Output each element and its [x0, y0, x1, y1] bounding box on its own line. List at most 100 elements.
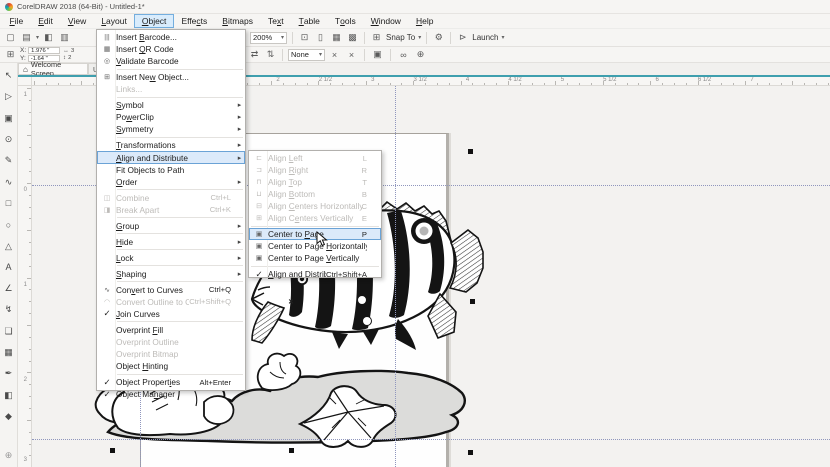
menu-item-object-manager[interactable]: ✓Object Manager	[97, 388, 245, 400]
menubar-item-file[interactable]: File	[2, 14, 31, 28]
eyedropper-tool[interactable]: ✒	[1, 363, 17, 384]
show-guidelines-icon[interactable]: ▩	[346, 31, 359, 44]
menubar-item-tools[interactable]: Tools	[327, 14, 363, 28]
menu-item-symmetry[interactable]: Symmetry▸	[97, 123, 245, 135]
full-screen-preview-icon[interactable]: ⊡	[298, 31, 311, 44]
menu-item-join-curves[interactable]: ✓Join Curves	[97, 308, 245, 320]
menu-item-insert-new-object[interactable]: ⊞Insert New Object...	[97, 71, 245, 83]
polygon-tool[interactable]: △	[1, 235, 17, 256]
menu-item-fit-objects-to-path[interactable]: Fit Objects to Path	[97, 164, 245, 176]
menu-item-convert-outline-to-object: ◠Convert Outline to ObjectCtrl+Shift+Q	[97, 296, 245, 308]
bounding-box-icon[interactable]: ▣	[371, 48, 384, 61]
menu-item-object-hinting[interactable]: Object Hinting	[97, 360, 245, 372]
menu-item-hide[interactable]: Hide▸	[97, 236, 245, 248]
rectangle-tool[interactable]: □	[1, 193, 17, 214]
x-position-field[interactable]: 1.976 "	[28, 47, 60, 54]
menu-item-convert-to-curves[interactable]: ∿Convert to CurvesCtrl+Q	[97, 284, 245, 296]
show-rulers-icon[interactable]: ▯	[314, 31, 327, 44]
zoom-tool[interactable]: ⊙	[1, 129, 17, 150]
tab-welcome-screen[interactable]: ⌂ Welcome Screen	[18, 63, 88, 75]
snap-to-button[interactable]: Snap To	[386, 33, 415, 42]
selection-handle[interactable]	[468, 450, 473, 455]
add-tools-button[interactable]: ⊕	[1, 445, 17, 466]
ruler-label: 2 1/2	[319, 77, 332, 83]
menu-item-symbol[interactable]: Symbol▸	[97, 99, 245, 111]
dimension-tool[interactable]: ∠	[1, 278, 17, 299]
menu-item-overprint-fill[interactable]: Overprint Fill	[97, 324, 245, 336]
interactive-fill-tool[interactable]: ◧	[1, 384, 17, 405]
menu-item-shaping[interactable]: Shaping▸	[97, 268, 245, 280]
menubar-item-window[interactable]: Window	[363, 14, 408, 28]
ruler-tick	[591, 83, 592, 85]
menubar-item-edit[interactable]: Edit	[31, 14, 61, 28]
menu-item-center-to-page-vertically[interactable]: ▣Center to Page Vertically	[249, 252, 381, 264]
menubar-item-effects[interactable]: Effects	[174, 14, 215, 28]
menubar-item-bitmaps[interactable]: Bitmaps	[215, 14, 261, 28]
add-preset-icon[interactable]: ⊕	[414, 48, 427, 61]
smart-fill-tool[interactable]: ◆	[1, 406, 17, 427]
menu-item-align-and-distribute[interactable]: ✓Align and DistributeCtrl+Shift+A	[249, 268, 381, 280]
selection-center-mark[interactable]: ×	[288, 297, 293, 307]
chevron-down-icon[interactable]: ▾	[502, 34, 505, 41]
submenu-arrow-icon: ▸	[235, 238, 244, 246]
chevron-down-icon[interactable]: ▾	[36, 34, 39, 41]
menu-item-center-to-page-horizontally[interactable]: ▣Center to Page Horizontally	[249, 240, 381, 252]
menubar-item-layout[interactable]: Layout	[94, 14, 135, 28]
menubar-item-object[interactable]: Object	[134, 14, 174, 28]
remove-outline-icon[interactable]: ×	[345, 48, 358, 61]
text-tool[interactable]: A	[1, 257, 17, 278]
selection-handle[interactable]	[289, 448, 294, 453]
menubar-item-help[interactable]: Help	[408, 14, 440, 28]
menu-item-insert-qr-code[interactable]: ▦Insert QR Code	[97, 43, 245, 55]
insert-object-icon: ⊞	[98, 73, 116, 81]
link-group-icon[interactable]: ∞	[397, 48, 410, 61]
print-icon[interactable]: ▥	[58, 31, 71, 44]
zoom-level-combo[interactable]: 200% ▾	[250, 32, 287, 44]
show-grid-icon[interactable]: ▦	[330, 31, 343, 44]
outline-width-combo[interactable]: None ▾	[288, 49, 325, 61]
ruler-origin-corner[interactable]	[18, 77, 32, 86]
guideline-horizontal[interactable]	[32, 439, 830, 440]
shape-tool[interactable]: ▷	[1, 86, 17, 107]
remove-fill-icon[interactable]: ×	[328, 48, 341, 61]
menu-item-powerclip[interactable]: PowerClip▸	[97, 111, 245, 123]
freehand-tool[interactable]: ✎	[1, 150, 17, 171]
ellipse-tool[interactable]: ○	[1, 214, 17, 235]
pick-tool[interactable]: ↖	[1, 65, 17, 86]
ruler-tick	[93, 83, 94, 85]
menubar-item-text[interactable]: Text	[261, 14, 292, 28]
mirror-vertical-icon[interactable]: ⇅	[264, 48, 277, 61]
object-width-field[interactable]: 3	[71, 48, 74, 54]
menu-item-object-properties[interactable]: ✓Object PropertiesAlt+Enter	[97, 376, 245, 388]
save-icon[interactable]: ◧	[42, 31, 55, 44]
menu-item-align-and-distribute[interactable]: Align and Distribute▸	[97, 151, 245, 163]
menu-separator	[117, 265, 243, 266]
menu-item-validate-barcode[interactable]: ◎Validate Barcode	[97, 55, 245, 67]
menu-item-order[interactable]: Order▸	[97, 176, 245, 188]
menu-item-transformations[interactable]: Transformations▸	[97, 139, 245, 151]
mirror-horizontal-icon[interactable]: ⇄	[248, 48, 261, 61]
drop-shadow-tool[interactable]: ❏	[1, 321, 17, 342]
options-gear-icon[interactable]: ⚙	[432, 31, 445, 44]
guideline-vertical[interactable]	[395, 86, 396, 467]
transparency-tool[interactable]: ▦	[1, 342, 17, 363]
menu-item-insert-barcode[interactable]: |||Insert Barcode...	[97, 31, 245, 43]
selection-handle[interactable]	[110, 448, 115, 453]
chevron-down-icon[interactable]: ▾	[418, 34, 421, 41]
launch-button[interactable]: Launch	[472, 33, 498, 42]
vertical-ruler[interactable]: 10123	[18, 86, 32, 467]
center-to-page-horizontally-icon: ▣	[250, 242, 268, 250]
crop-tool[interactable]: ▣	[1, 108, 17, 129]
bspline-tool[interactable]: ∿	[1, 171, 17, 192]
menubar-item-view[interactable]: View	[60, 14, 93, 28]
connector-tool[interactable]: ↯	[1, 299, 17, 320]
selection-handle[interactable]	[468, 149, 473, 154]
menu-item-lock[interactable]: Lock▸	[97, 252, 245, 264]
ruler-tick	[307, 83, 308, 85]
open-document-icon[interactable]: ▤	[20, 31, 33, 44]
menubar-item-table[interactable]: Table	[291, 14, 327, 28]
menu-item-group[interactable]: Group▸	[97, 220, 245, 232]
new-document-icon[interactable]: ▢	[4, 31, 17, 44]
selection-handle[interactable]	[470, 299, 475, 304]
menu-item-center-to-page[interactable]: ▣Center to PageP	[249, 228, 381, 240]
